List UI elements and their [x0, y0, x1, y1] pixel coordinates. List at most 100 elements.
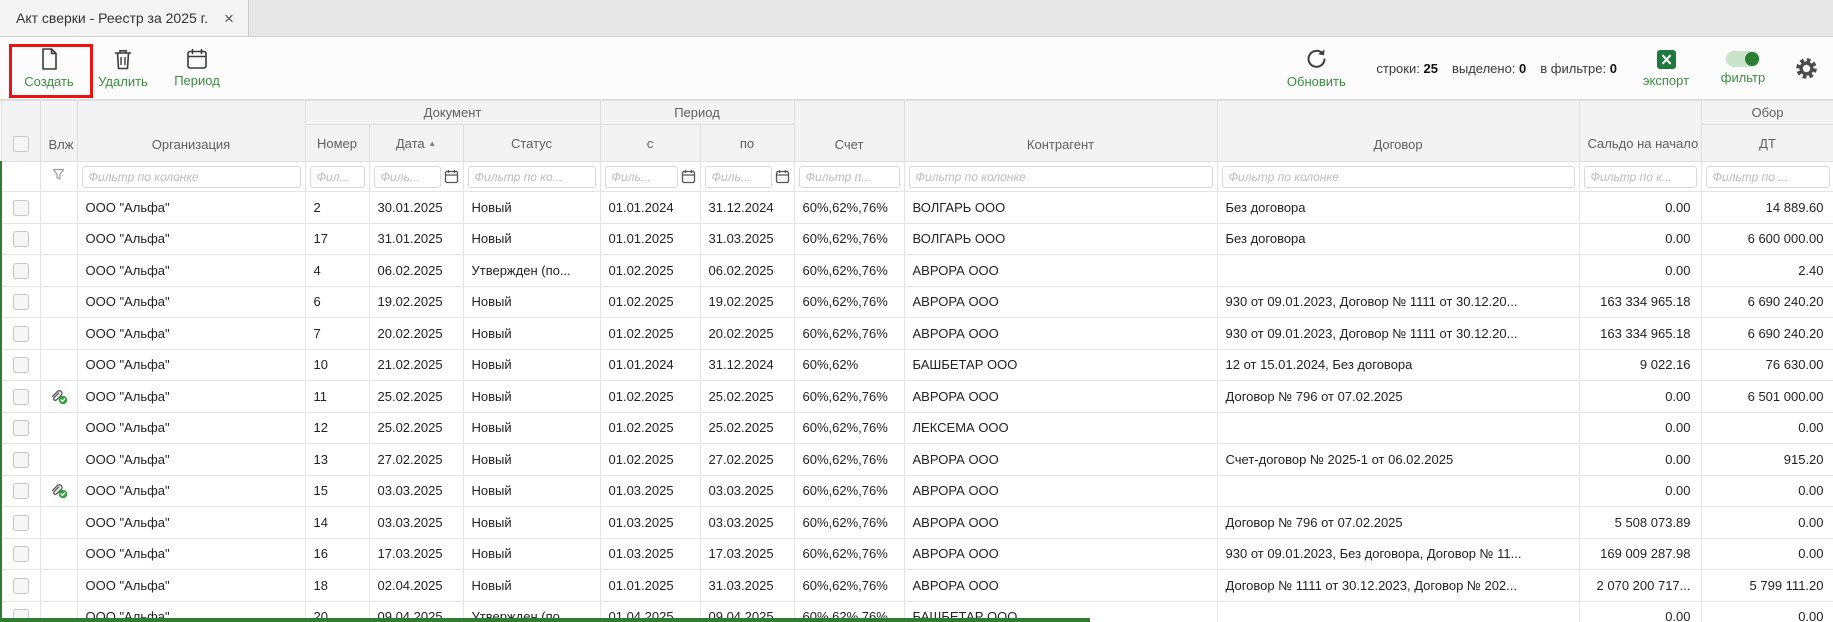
table-row[interactable]: ООО "Альфа"1802.04.2025Новый01.01.202531…	[1, 570, 1833, 602]
filter-toggle-switch[interactable]	[1726, 51, 1760, 67]
export-button[interactable]: экспорт	[1640, 49, 1692, 88]
cell-account[interactable]: 60%,62%,76%	[794, 381, 904, 413]
cell-counterparty[interactable]: ВОЛГАРЬ ООО	[904, 223, 1217, 255]
cell-status[interactable]: Новый	[463, 223, 600, 255]
cell-status[interactable]: Новый	[463, 381, 600, 413]
row-checkbox[interactable]	[13, 452, 29, 468]
cell-debit[interactable]: 0.00	[1701, 507, 1833, 539]
cell-number[interactable]: 16	[305, 538, 369, 570]
col-header-to[interactable]: по	[700, 125, 794, 162]
cell-organization[interactable]: ООО "Альфа"	[77, 412, 305, 444]
col-header-organization[interactable]: Организация	[77, 101, 305, 162]
cell-counterparty[interactable]: БАШБЕТАР ООО	[904, 349, 1217, 381]
row-select-cell[interactable]	[1, 286, 40, 318]
cell-account[interactable]: 60%,62%,76%	[794, 570, 904, 602]
cell-counterparty[interactable]: АВРОРА ООО	[904, 286, 1217, 318]
table-row[interactable]: ООО "Альфа"1617.03.2025Новый01.03.202517…	[1, 538, 1833, 570]
cell-account[interactable]: 60%,62%,76%	[794, 223, 904, 255]
row-checkbox[interactable]	[13, 515, 29, 531]
cell-balance[interactable]: 0.00	[1579, 444, 1701, 476]
row-select-cell[interactable]	[1, 507, 40, 539]
table-row[interactable]: ООО "Альфа"1225.02.2025Новый01.02.202525…	[1, 412, 1833, 444]
cell-status[interactable]: Утвержден (по...	[463, 255, 600, 287]
row-checkbox[interactable]	[13, 263, 29, 279]
delete-button[interactable]: Удалить	[86, 48, 160, 89]
row-select-cell[interactable]	[1, 381, 40, 413]
cell-counterparty[interactable]: АВРОРА ООО	[904, 507, 1217, 539]
col-header-debit[interactable]: ДТ	[1701, 125, 1833, 162]
cell-counterparty[interactable]: АВРОРА ООО	[904, 570, 1217, 602]
cell-organization[interactable]: ООО "Альфа"	[77, 318, 305, 350]
cell-period-from[interactable]: 01.01.2024	[600, 192, 700, 224]
table-row[interactable]: ООО "Альфа"230.01.2025Новый01.01.202431.…	[1, 192, 1833, 224]
cell-status[interactable]: Новый	[463, 349, 600, 381]
row-checkbox[interactable]	[13, 578, 29, 594]
cell-organization[interactable]: ООО "Альфа"	[77, 223, 305, 255]
cell-debit[interactable]: 6 690 240.20	[1701, 286, 1833, 318]
cell-debit[interactable]: 915.20	[1701, 444, 1833, 476]
col-header-number[interactable]: Номер	[305, 125, 369, 162]
organization-filter-input[interactable]	[82, 166, 301, 188]
row-select-cell[interactable]	[1, 223, 40, 255]
row-select-cell[interactable]	[1, 475, 40, 507]
cell-debit[interactable]: 76 630.00	[1701, 349, 1833, 381]
cell-organization[interactable]: ООО "Альфа"	[77, 507, 305, 539]
cell-status[interactable]: Новый	[463, 570, 600, 602]
row-select-cell[interactable]	[1, 444, 40, 476]
cell-date[interactable]: 25.02.2025	[369, 381, 463, 413]
cell-period-to[interactable]: 25.02.2025	[700, 412, 794, 444]
cell-counterparty[interactable]: АВРОРА ООО	[904, 381, 1217, 413]
cell-period-from[interactable]: 01.01.2025	[600, 223, 700, 255]
col-header-counterparty[interactable]: Контрагент	[904, 101, 1217, 162]
cell-counterparty[interactable]: АВРОРА ООО	[904, 444, 1217, 476]
cell-contract[interactable]	[1217, 255, 1579, 287]
cell-period-to[interactable]: 20.02.2025	[700, 318, 794, 350]
cell-account[interactable]: 60%,62%	[794, 349, 904, 381]
counterparty-filter-input[interactable]	[909, 166, 1213, 188]
balance-filter-input[interactable]	[1584, 166, 1697, 188]
cell-account[interactable]: 60%,62%,76%	[794, 475, 904, 507]
to-filter-input[interactable]	[705, 166, 772, 188]
cell-balance[interactable]: 0.00	[1579, 475, 1701, 507]
cell-status[interactable]: Новый	[463, 318, 600, 350]
row-select-cell[interactable]	[1, 412, 40, 444]
cell-number[interactable]: 11	[305, 381, 369, 413]
cell-contract[interactable]: Договор № 796 от 07.02.2025	[1217, 381, 1579, 413]
row-checkbox[interactable]	[13, 389, 29, 405]
cell-date[interactable]: 20.02.2025	[369, 318, 463, 350]
tab-close-icon[interactable]: ×	[224, 10, 234, 27]
cell-period-to[interactable]: 31.12.2024	[700, 349, 794, 381]
cell-account[interactable]: 60%,62%,76%	[794, 538, 904, 570]
cell-balance[interactable]: 0.00	[1579, 192, 1701, 224]
cell-date[interactable]: 02.04.2025	[369, 570, 463, 602]
cell-organization[interactable]: ООО "Альфа"	[77, 381, 305, 413]
cell-organization[interactable]: ООО "Альфа"	[77, 570, 305, 602]
cell-balance[interactable]: 0.00	[1579, 255, 1701, 287]
from-filter-input[interactable]	[605, 166, 678, 188]
cell-period-from[interactable]: 01.03.2025	[600, 507, 700, 539]
col-header-from[interactable]: с	[600, 125, 700, 162]
calendar-icon[interactable]	[444, 169, 459, 184]
cell-debit[interactable]: 5 799 111.20	[1701, 570, 1833, 602]
cell-date[interactable]: 30.01.2025	[369, 192, 463, 224]
cell-period-from[interactable]: 01.03.2025	[600, 475, 700, 507]
cell-number[interactable]: 18	[305, 570, 369, 602]
cell-number[interactable]: 7	[305, 318, 369, 350]
debit-filter-input[interactable]	[1706, 166, 1830, 188]
row-checkbox[interactable]	[13, 326, 29, 342]
cell-organization[interactable]: ООО "Альфа"	[77, 255, 305, 287]
cell-debit[interactable]: 0.00	[1701, 412, 1833, 444]
cell-contract[interactable]: Договор № 796 от 07.02.2025	[1217, 507, 1579, 539]
table-row[interactable]: ООО "Альфа"1403.03.2025Новый01.03.202503…	[1, 507, 1833, 539]
status-filter-input[interactable]	[468, 166, 596, 188]
cell-period-to[interactable]: 03.03.2025	[700, 507, 794, 539]
cell-status[interactable]: Новый	[463, 507, 600, 539]
cell-period-to[interactable]: 06.02.2025	[700, 255, 794, 287]
row-select-cell[interactable]	[1, 349, 40, 381]
cell-counterparty[interactable]: АВРОРА ООО	[904, 538, 1217, 570]
cell-contract[interactable]	[1217, 475, 1579, 507]
cell-period-to[interactable]: 25.02.2025	[700, 381, 794, 413]
number-filter-input[interactable]	[310, 166, 365, 188]
table-row[interactable]: ООО "Альфа"720.02.2025Новый01.02.202520.…	[1, 318, 1833, 350]
cell-period-from[interactable]: 01.02.2025	[600, 412, 700, 444]
